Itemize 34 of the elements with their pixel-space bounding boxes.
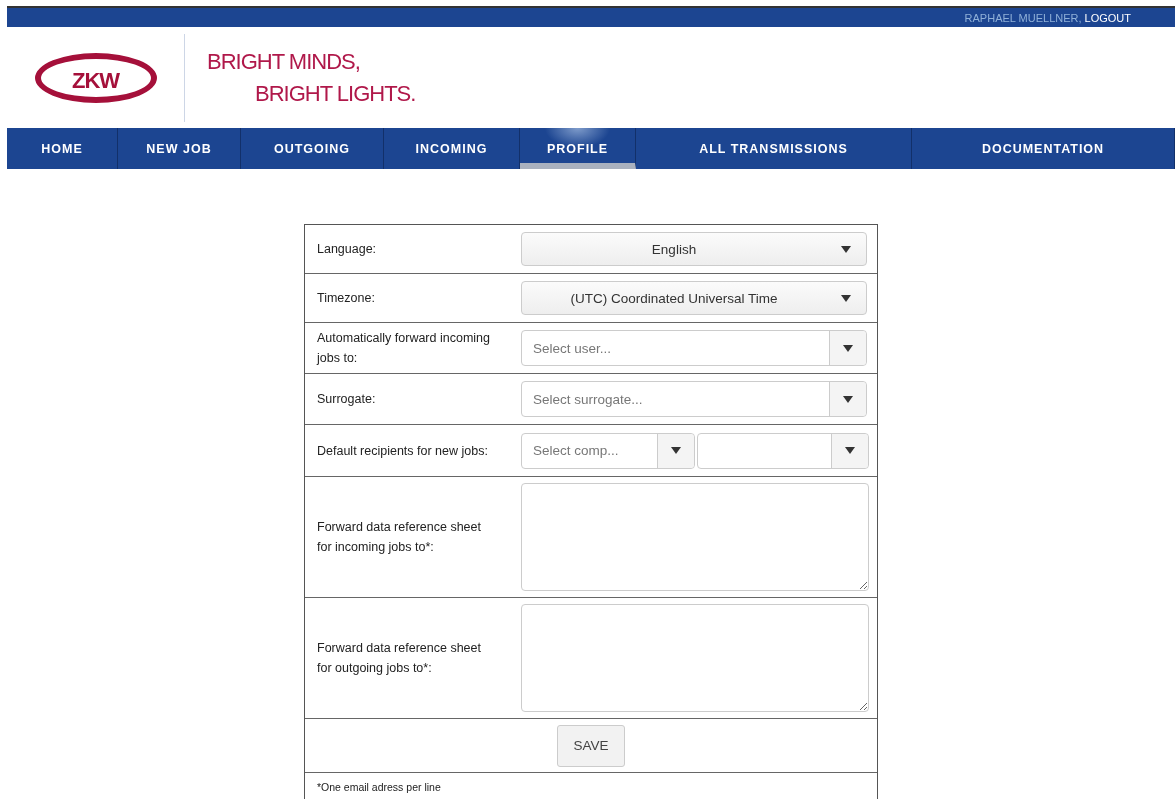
nav-tab[interactable]: HOME xyxy=(7,128,118,169)
field-label: Automatically forward incoming jobs to: xyxy=(315,330,491,367)
select-field[interactable] xyxy=(697,432,869,469)
nav-tab[interactable]: ALL TRANSMISSIONS xyxy=(636,128,912,169)
caret-icon xyxy=(841,245,851,253)
select-field[interactable]: Select comp... xyxy=(521,432,695,469)
save-button[interactable]: SAVE xyxy=(557,724,625,767)
dropdown[interactable]: (UTC) Coordinated Universal Time xyxy=(521,281,867,315)
select-field[interactable]: Select surrogate... xyxy=(521,381,867,417)
field-label: Forward data reference sheet for outgoing jobs to*: xyxy=(316,640,482,677)
field-label: Default recipients for new jobs: xyxy=(316,442,489,460)
text-area[interactable] xyxy=(521,604,869,712)
text-area[interactable] xyxy=(521,483,869,591)
caret-icon xyxy=(845,447,855,454)
dropdown[interactable]: English xyxy=(521,232,867,266)
slogan: BRIGHT MINDS, xyxy=(207,48,361,75)
logo: ZKW xyxy=(34,52,157,103)
caret-icon xyxy=(843,344,853,352)
field-label: Surrogate: xyxy=(316,391,377,408)
caret-icon xyxy=(841,294,851,302)
field-label: Language: xyxy=(316,241,378,258)
user-name: RAPHAEL MUELLNER, xyxy=(964,11,1082,24)
select-field[interactable]: Select user... xyxy=(521,330,867,366)
caret-icon xyxy=(843,395,853,403)
nav-tab[interactable]: PROFILE xyxy=(520,128,636,169)
caret-icon xyxy=(671,447,681,454)
nav-tab[interactable]: NEW JOB xyxy=(118,128,241,169)
footnote: *One email adress per line xyxy=(316,780,442,795)
field-label: Forward data reference sheet for incoming jobs to*: xyxy=(316,519,482,556)
field-label: Timezone: xyxy=(316,290,376,307)
nav-tab[interactable]: OUTGOING xyxy=(241,128,384,169)
slogan: BRIGHT LIGHTS. xyxy=(254,80,416,107)
logout-link[interactable]: LOGOUT xyxy=(1084,11,1131,24)
nav-tab[interactable]: DOCUMENTATION xyxy=(912,128,1175,169)
